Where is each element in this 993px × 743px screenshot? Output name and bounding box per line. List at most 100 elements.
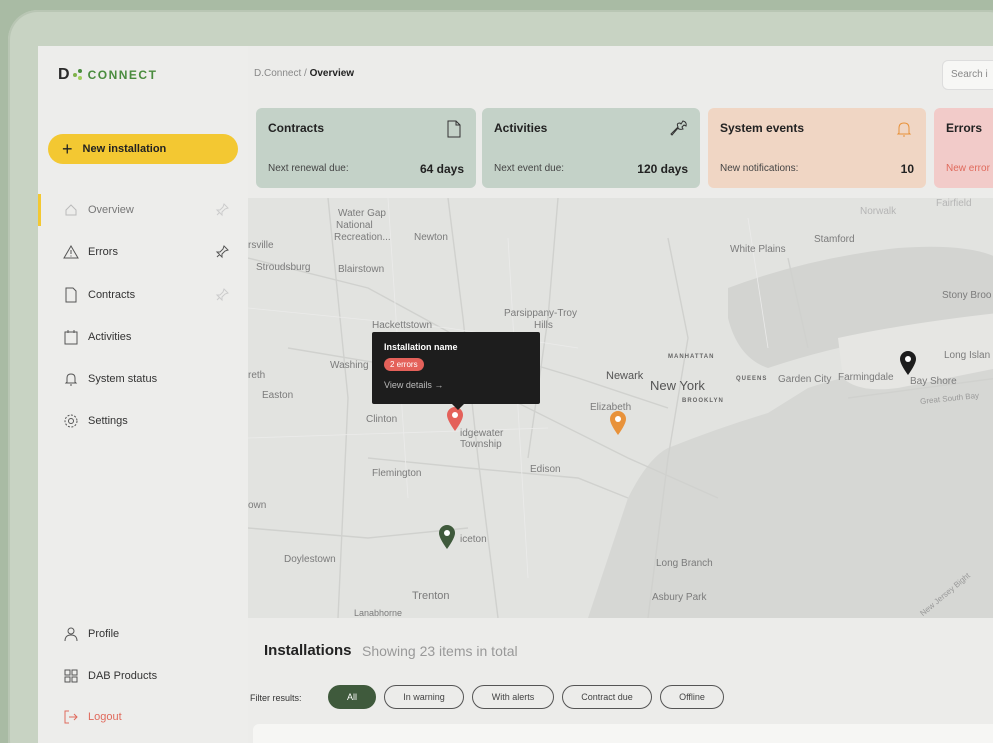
plus-icon: + [62,139,73,159]
sidebar-item-label: Errors [88,246,118,258]
logo-letter: D [58,66,71,83]
map-label: QUEENS [736,376,768,382]
tooltip-title: Installation name [384,342,458,352]
map-label: rsville [248,240,274,251]
sidebar-item-label: Contracts [88,289,136,301]
map-label: Hackettstown [372,320,433,331]
ok-marker-icon[interactable] [437,524,457,550]
map-label: Newton [414,232,448,243]
card-subtitle: New error [946,163,990,174]
map-label: Long Islan [944,350,991,361]
card-value: 64 days [419,162,464,176]
map-label: Edison [530,464,561,475]
map-label: Township [460,439,502,450]
pin-icon[interactable] [214,202,230,218]
card-value: 10 [900,162,914,176]
card-title: Contracts [268,121,325,135]
map-label: National [336,220,373,231]
calendar-icon [62,328,80,346]
document-icon [446,120,464,138]
map-label: Hills [534,320,553,331]
activities-card[interactable]: Activities Next event due: 120 days [482,108,700,188]
warning-marker-icon[interactable] [608,410,628,436]
sidebar-item-label: System status [88,373,158,385]
breadcrumb: D.Connect / Overview [254,68,354,79]
filter-chip-in-warning[interactable]: In warning [384,685,464,709]
map-label: MANHATTAN [668,354,715,360]
map-label: Washing [330,360,369,371]
installations-table [253,724,993,743]
filter-chip-offline[interactable]: Offline [660,685,724,709]
logo-text: CONNECT [87,68,158,82]
map-label: iceton [460,534,487,545]
sidebar-item-label: Overview [88,204,134,216]
sidebar-item-settings[interactable]: Settings [38,405,248,437]
sidebar-item-label: Logout [88,711,122,723]
map-label: Garden City [778,374,832,385]
sidebar: D CONNECT + New installation Overview Er… [38,46,248,743]
map-label: own [248,500,267,511]
breadcrumb-separator: / [304,68,307,79]
map-label: BROOKLYN [682,398,724,404]
filter-label: Filter results: [250,693,302,703]
breadcrumb-current: Overview [309,68,355,79]
contracts-card[interactable]: Contracts Next renewal due: 64 days [256,108,476,188]
installations-title: Installations [264,642,352,659]
sidebar-item-label: Activities [88,331,132,343]
installations-map[interactable]: Water Gap National Recreation... Newton … [248,198,993,618]
map-label: Asbury Park [652,592,707,603]
filter-chip-with-alerts[interactable]: With alerts [472,685,554,709]
pin-icon[interactable] [214,244,230,260]
sidebar-item-errors[interactable]: Errors [38,236,248,268]
sidebar-item-label: Settings [88,415,128,427]
logo-dots-icon [72,69,85,81]
errors-card[interactable]: Errors New error [934,108,993,188]
card-subtitle: New notifications: [720,163,799,174]
map-label: reth [248,370,266,381]
map-label: Norwalk [860,206,897,217]
card-title: System events [720,121,805,135]
filter-chip-all[interactable]: All [328,685,376,709]
card-subtitle: Next renewal due: [268,163,349,174]
sidebar-item-overview[interactable]: Overview [38,194,248,226]
new-installation-button[interactable]: + New installation [48,134,238,164]
location-marker-icon[interactable] [898,350,918,376]
card-title: Errors [946,121,983,135]
bell-icon [62,370,80,388]
map-label: Stamford [814,234,855,245]
map-label: Doylestown [284,554,336,565]
map-label: Farmingdale [838,372,894,383]
card-value: 120 days [637,162,688,176]
installation-tooltip: Installation name 2 errors View details … [372,332,540,410]
filter-chip-contract-due[interactable]: Contract due [562,685,652,709]
map-label: Parsippany-Troy [504,308,577,319]
pin-icon[interactable] [214,287,230,303]
map-label: Lanabhorne [354,608,403,618]
sidebar-item-dab-products[interactable]: DAB Products [38,660,248,692]
system-events-card[interactable]: System events New notifications: 10 [708,108,926,188]
map-label: Recreation... [334,232,391,243]
map-label: Flemington [372,468,422,479]
app-logo[interactable]: D CONNECT [58,66,157,84]
view-details-link[interactable]: View details → [384,380,528,390]
wrench-icon [670,120,688,138]
map-label: New York [650,378,705,393]
card-subtitle: Next event due: [494,163,565,174]
sidebar-item-label: Profile [88,628,120,640]
logout-icon [62,708,80,726]
map-label: Water Gap [338,208,386,219]
sidebar-item-contracts[interactable]: Contracts [38,279,248,311]
search-input[interactable]: Search i [942,60,993,90]
error-count-badge: 2 errors [384,358,424,371]
sidebar-item-activities[interactable]: Activities [38,321,248,353]
map-label: White Plains [730,244,786,255]
sidebar-item-system-status[interactable]: System status [38,363,248,395]
warning-icon [62,243,80,261]
gear-icon [62,412,80,430]
map-label: Stroudsburg [256,262,311,273]
breadcrumb-root[interactable]: D.Connect [254,68,301,79]
sidebar-item-profile[interactable]: Profile [38,618,248,650]
sidebar-item-logout[interactable]: Logout [38,701,248,733]
map-label: Trenton [412,590,450,602]
document-icon [62,286,80,304]
